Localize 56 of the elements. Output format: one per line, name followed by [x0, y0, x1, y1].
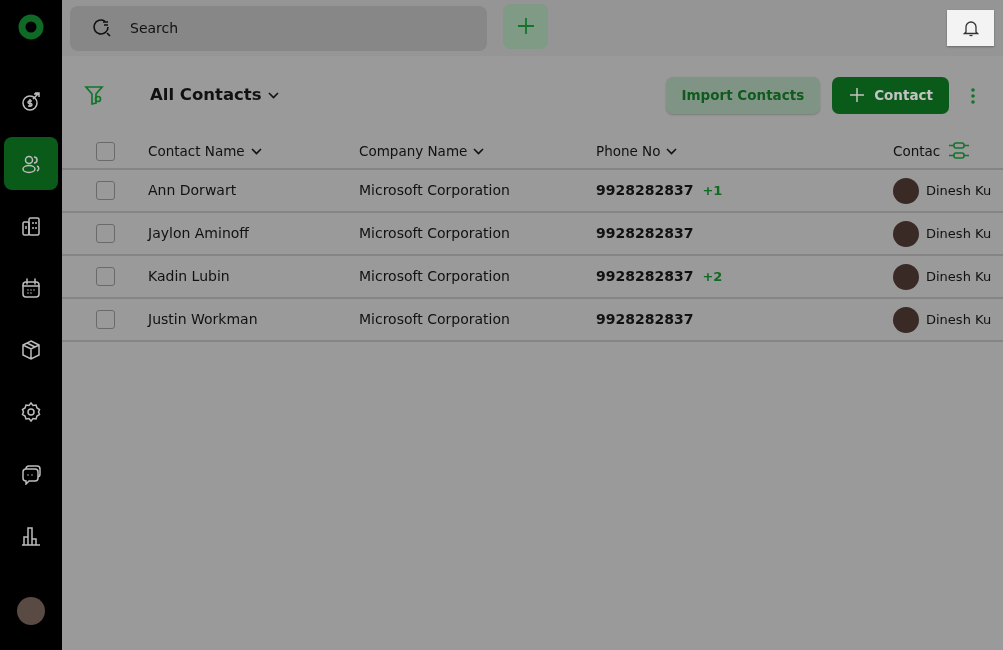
avatar-placeholder — [893, 220, 919, 247]
select-all-checkbox[interactable] — [95, 141, 115, 161]
row-checkbox[interactable] — [95, 224, 115, 243]
owner-name: Dinesh Ku — [926, 224, 992, 243]
chat-icon — [20, 462, 42, 485]
avatar-placeholder — [893, 306, 919, 333]
company-name: Microsoft Corporation — [359, 268, 510, 284]
buildings-icon — [20, 214, 42, 237]
filter-icon[interactable] — [84, 84, 104, 106]
deals-icon — [20, 90, 42, 113]
add-button[interactable] — [503, 3, 548, 49]
phone-number: 9928282837 — [596, 311, 694, 327]
phone-number: 9928282837 — [596, 182, 694, 198]
company-name: Microsoft Corporation — [359, 182, 510, 198]
company-name: Microsoft Corporation — [359, 225, 510, 241]
contact-name: Justin Workman — [148, 311, 258, 327]
plus-icon — [850, 88, 865, 102]
company-name: Microsoft Corporation — [359, 311, 510, 327]
more-icon — [971, 87, 975, 104]
row-checkbox[interactable] — [95, 267, 115, 286]
user-avatar[interactable] — [17, 597, 45, 625]
owner-name: Dinesh Ku — [926, 181, 992, 200]
calendar-icon — [20, 276, 42, 299]
bell-icon — [962, 19, 979, 37]
phone-number: 9928282837 — [596, 225, 694, 241]
chevron-down-icon — [267, 91, 279, 99]
contact-name: Ann Dorwart — [148, 182, 237, 198]
column-header[interactable]: Company Name — [359, 140, 485, 162]
notification-button[interactable] — [947, 10, 994, 46]
bar-chart-icon — [20, 524, 42, 547]
contact-name: Jaylon Aminoff — [148, 225, 249, 241]
search-input[interactable]: Search — [128, 16, 428, 40]
column-settings-icon[interactable] — [948, 141, 971, 161]
avatar-placeholder — [893, 177, 919, 204]
view-selector[interactable]: All Contacts — [150, 82, 279, 108]
column-header[interactable]: Phone No — [596, 140, 678, 162]
row-checkbox[interactable] — [95, 181, 115, 200]
sort-chevron-icon — [666, 147, 678, 155]
contact-name: Kadin Lubin — [148, 268, 230, 284]
row-checkbox[interactable] — [95, 310, 115, 329]
sidebar-item[interactable] — [4, 137, 58, 190]
search-icon — [92, 18, 112, 38]
column-header[interactable]: Contac — [893, 140, 941, 162]
avatar-placeholder — [893, 263, 919, 290]
search-field[interactable]: Search — [70, 5, 487, 51]
owner-name: Dinesh Ku — [926, 267, 992, 286]
logo-icon — [18, 14, 44, 40]
owner-name: Dinesh Ku — [926, 310, 992, 329]
box-icon — [20, 338, 42, 361]
sort-chevron-icon — [473, 147, 485, 155]
plus-icon — [516, 17, 535, 35]
settings-icon — [20, 400, 42, 423]
column-header[interactable]: Contact Name — [148, 140, 262, 162]
phone-number: 9928282837 — [596, 268, 694, 284]
add-contact-button[interactable]: Contact — [832, 76, 949, 114]
sort-chevron-icon — [250, 147, 262, 155]
